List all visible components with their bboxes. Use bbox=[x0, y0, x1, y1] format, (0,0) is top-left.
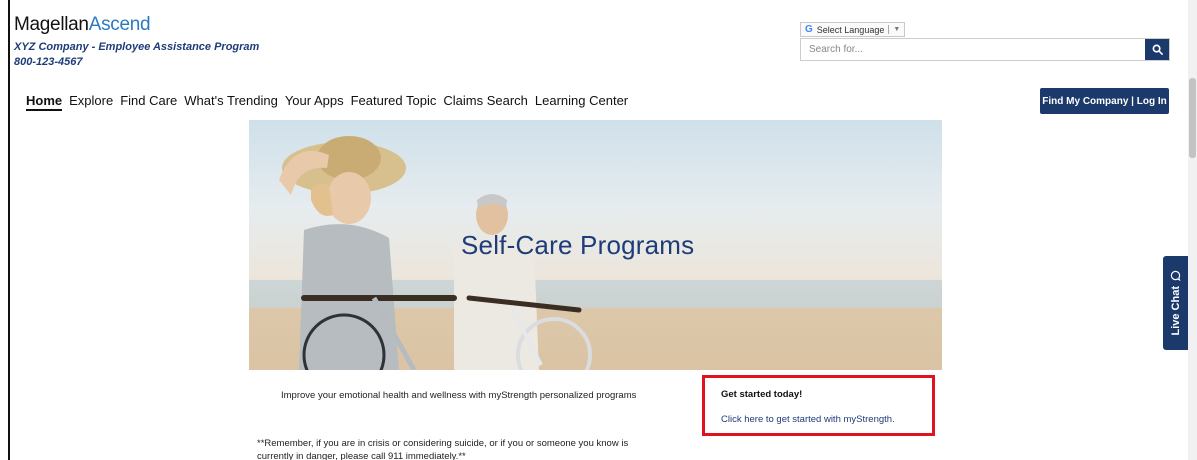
language-selector-label: Select Language bbox=[816, 24, 885, 35]
nav-claims-search[interactable]: Claims Search bbox=[443, 93, 528, 111]
hero-title: Self-Care Programs bbox=[461, 230, 695, 260]
company-name: XYZ Company - Employee Assistance Progra… bbox=[14, 41, 260, 53]
chat-bubble-icon bbox=[1170, 271, 1181, 282]
mystrength-link[interactable]: Click here to get started with myStrengt… bbox=[721, 414, 932, 425]
google-g-icon: G bbox=[805, 24, 813, 35]
intro-text: Improve your emotional health and wellne… bbox=[281, 390, 637, 401]
page-scrollbar[interactable] bbox=[1188, 0, 1197, 460]
nav-home[interactable]: Home bbox=[26, 93, 63, 111]
search-input[interactable] bbox=[801, 39, 1145, 60]
nav-featured-topic[interactable]: Featured Topic bbox=[351, 93, 437, 111]
live-chat-label: Live Chat bbox=[1169, 286, 1182, 336]
nav-your-apps[interactable]: Your Apps bbox=[285, 93, 344, 111]
brand-block: MagellanAscend XYZ Company - Employee As… bbox=[14, 14, 259, 68]
magellan-logo[interactable]: MagellanAscend bbox=[14, 14, 259, 36]
nav-explore[interactable]: Explore bbox=[69, 93, 113, 111]
get-started-box: Get started today! Click here to get sta… bbox=[702, 375, 935, 436]
get-started-heading: Get started today! bbox=[721, 389, 803, 400]
phone-number: 800-123-4567 bbox=[14, 56, 83, 68]
language-selector-divider bbox=[888, 25, 890, 34]
search-icon bbox=[1152, 44, 1163, 55]
search-button[interactable] bbox=[1145, 39, 1169, 60]
crisis-warning: **Remember, if you are in crisis or cons… bbox=[257, 437, 677, 460]
crisis-warning-line-2: currently in danger, please call 911 imm… bbox=[257, 451, 466, 460]
nav-learning-center[interactable]: Learning Center bbox=[535, 93, 628, 111]
nav-whats-trending[interactable]: What's Trending bbox=[184, 93, 278, 111]
language-selector[interactable]: G Select Language ▼ bbox=[800, 22, 906, 37]
search-bar bbox=[800, 38, 1170, 61]
nav-find-care[interactable]: Find Care bbox=[120, 93, 177, 111]
scrollbar-thumb[interactable] bbox=[1189, 78, 1196, 158]
main-nav: Home Explore Find Care What's Trending Y… bbox=[26, 93, 628, 111]
chevron-down-icon: ▼ bbox=[893, 26, 901, 33]
logo-main: Magellan bbox=[14, 14, 89, 35]
find-company-login-button[interactable]: Find My Company | Log In bbox=[1040, 88, 1169, 114]
crisis-warning-line-1: **Remember, if you are in crisis or cons… bbox=[257, 438, 629, 449]
hero-banner: Self-Care Programs bbox=[249, 120, 942, 370]
logo-accent: Ascend bbox=[88, 14, 151, 35]
live-chat-button[interactable]: Live Chat bbox=[1163, 256, 1188, 350]
